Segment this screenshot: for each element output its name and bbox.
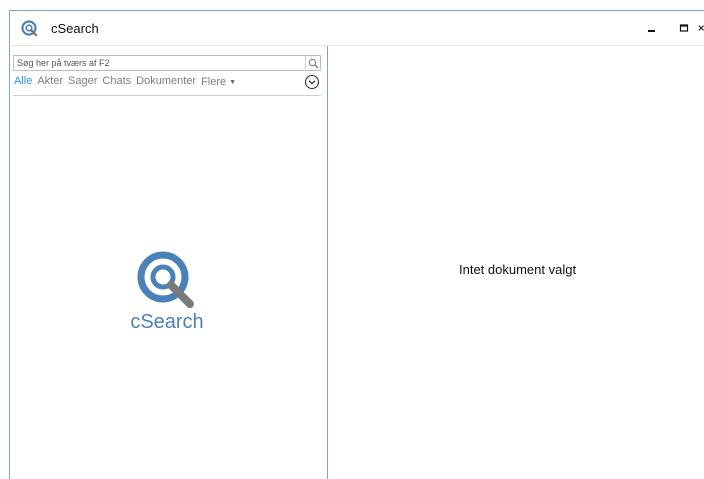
chevron-down-circle-icon[interactable]: [304, 74, 320, 90]
minimize-icon: [648, 30, 655, 32]
minimize-button[interactable]: [640, 17, 664, 39]
no-document-message: Intet dokument valgt: [459, 262, 577, 277]
preview-pane: Intet dokument valgt: [329, 46, 704, 479]
tab-dokumenter[interactable]: Dokumenter: [136, 75, 196, 89]
tab-chats[interactable]: Chats: [102, 75, 131, 89]
tab-sager[interactable]: Sager: [68, 75, 97, 89]
close-button[interactable]: [698, 17, 704, 39]
tab-flere-label: Flere: [201, 76, 227, 88]
search-icon: [308, 58, 318, 68]
filter-tabs: Alle Akter Sager Chats Dokumenter Flere …: [14, 75, 236, 89]
maximize-button[interactable]: [672, 17, 696, 39]
tab-flere[interactable]: Flere ▼: [201, 75, 236, 89]
tab-akter[interactable]: Akter: [37, 75, 63, 89]
window-title: cSearch: [51, 21, 99, 36]
search-pane: Alle Akter Sager Chats Dokumenter Flere …: [10, 46, 328, 479]
close-icon: [698, 25, 704, 31]
caret-down-icon: ▼: [229, 78, 237, 86]
app-logo-icon: [21, 20, 38, 37]
tab-alle[interactable]: Alle: [14, 75, 32, 89]
app-window: cSearch Søg her på tværs af F2 Alle Akte…: [9, 10, 704, 479]
search-box: [13, 55, 321, 71]
search-input[interactable]: [17, 57, 303, 69]
logo-text: cSearch: [130, 311, 204, 333]
tabs-separator: [13, 95, 321, 96]
maximize-icon: [679, 24, 689, 32]
title-bar: cSearch: [10, 11, 704, 45]
search-button[interactable]: [305, 56, 320, 70]
csearch-logo-icon: [137, 251, 194, 308]
